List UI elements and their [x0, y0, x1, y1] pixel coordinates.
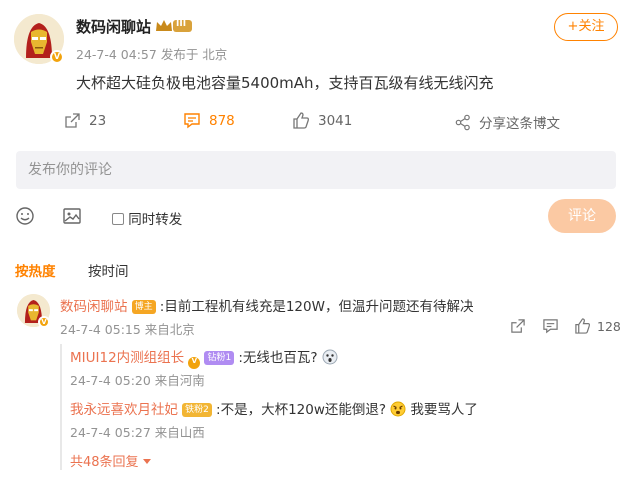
author-tag: 博主 — [131, 300, 156, 314]
reply-meta: 24-7-4 05:27 来自山西 — [70, 425, 205, 440]
checkbox-icon[interactable] — [112, 213, 124, 225]
level-badge-text: III — [176, 19, 187, 29]
comment-repost-button[interactable] — [510, 318, 526, 338]
share-icon — [455, 114, 470, 130]
repost-icon — [65, 113, 80, 128]
repost-count: 23 — [89, 112, 107, 129]
reply-text: :无线也百瓦? — [238, 350, 318, 366]
shocked-face-emoji-icon — [322, 349, 338, 365]
level-badge: III — [155, 18, 193, 34]
crown-icon — [156, 20, 192, 32]
chevron-down-icon — [142, 459, 151, 464]
like-icon — [575, 318, 591, 334]
reply-author[interactable]: MIUI12内测组组长 — [70, 350, 184, 366]
reply-line-1: MIUI12内测组组长 V 钻粉1 :无线也百瓦? — [70, 346, 338, 369]
share-button[interactable]: 分享这条博文 — [455, 112, 560, 132]
more-replies-link[interactable]: 共48条回复 — [70, 451, 151, 470]
repost-button[interactable]: 23 — [64, 112, 106, 129]
comment-like-count: 128 — [597, 318, 621, 334]
repost-icon — [511, 319, 525, 333]
like-button[interactable]: 3041 — [292, 112, 352, 129]
comment-meta: 24-7-4 05:15 来自北京 — [60, 322, 195, 337]
fan-tag: 铁粉2 — [182, 403, 212, 417]
comment-text: :目前工程机有线充是120W，但温升问题还有待解决 — [159, 299, 474, 315]
reply-meta: 24-7-4 05:20 来自河南 — [70, 373, 205, 388]
fan-tag: 钻粉1 — [204, 351, 235, 365]
like-count: 3041 — [318, 112, 353, 129]
image-upload-button[interactable] — [62, 206, 82, 226]
submit-comment-button[interactable]: 评论 — [548, 199, 616, 233]
follow-button[interactable]: +关注 — [554, 13, 618, 41]
verified-icon: V — [38, 316, 50, 328]
angry-face-emoji-icon — [390, 401, 406, 417]
reply-author[interactable]: 我永远喜欢月社妃 — [70, 402, 178, 418]
repost-toggle-label: 同时转发 — [128, 212, 183, 228]
comment-icon — [184, 113, 200, 129]
reply-text: :不是，大杯120w还能倒退? — [216, 402, 387, 418]
emoji-icon — [16, 207, 34, 225]
post-meta: 24-7-4 04:57 发布于 北京 — [76, 44, 227, 63]
comment-like-button[interactable]: 128 — [574, 318, 621, 334]
comment-button[interactable]: 878 — [183, 112, 235, 129]
comment-count: 878 — [209, 112, 235, 129]
comment-author[interactable]: 数码闲聊站 — [60, 299, 128, 315]
comment-reply-button[interactable] — [542, 318, 559, 338]
post-location: 发布于 北京 — [160, 47, 228, 62]
verified-icon: V — [188, 357, 201, 369]
repost-toggle[interactable]: 同时转发 — [112, 208, 182, 228]
image-icon — [63, 208, 81, 224]
share-label: 分享这条博文 — [479, 116, 560, 132]
more-replies-label: 共48条回复 — [70, 455, 139, 470]
reply-line-2: 我永远喜欢月社妃 铁粉2 :不是，大杯120w还能倒退? 我要骂人了 — [70, 398, 478, 418]
comment-line: 数码闲聊站 博主 :目前工程机有线充是120W，但温升问题还有待解决 — [60, 295, 473, 315]
comment-input[interactable]: 发布你的评论 — [16, 151, 616, 189]
post-timestamp[interactable]: 24-7-4 04:57 — [76, 47, 157, 62]
verified-icon: V — [50, 50, 64, 64]
emoji-button[interactable] — [15, 206, 35, 226]
like-icon — [293, 112, 309, 129]
tab-sort-hot[interactable]: 按热度 — [15, 260, 56, 280]
reply-text-suffix: 我要骂人了 — [410, 402, 478, 418]
comment-icon — [543, 319, 558, 334]
tab-sort-time[interactable]: 按时间 — [88, 260, 129, 280]
post-author-name[interactable]: 数码闲聊站 — [76, 16, 151, 37]
post-body-text: 大杯超大硅负极电池容量5400mAh，支持百瓦级有线无线闪充 — [76, 74, 494, 92]
